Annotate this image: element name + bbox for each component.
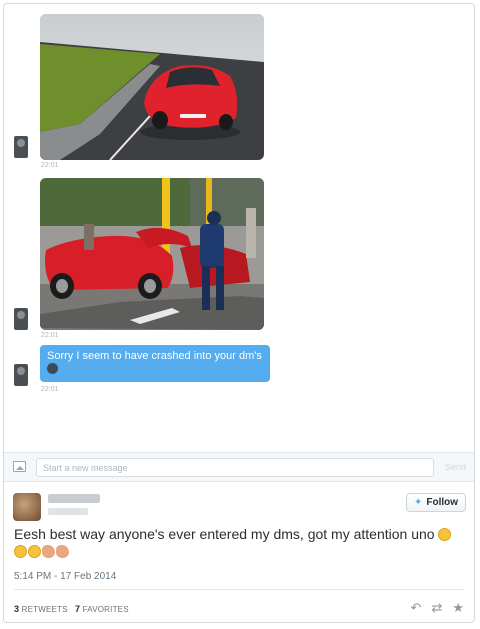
sender-avatar — [14, 136, 28, 158]
conversation: 22:01 22:01 Sorry I seem to have crashed… — [4, 4, 474, 452]
follow-label: Follow — [426, 497, 459, 508]
sender-avatar — [14, 364, 28, 386]
message-time: 22:01 — [41, 162, 59, 169]
divider — [14, 589, 464, 590]
message-time: 22:01 — [41, 386, 59, 393]
tweet-author-handle[interactable] — [48, 508, 88, 515]
crash-photo-image — [40, 178, 264, 330]
tweet-author-name[interactable] — [48, 494, 100, 503]
tweet-body: Eesh best way anyone's ever entered my d… — [14, 526, 435, 542]
compose-bar: Send — [4, 452, 474, 482]
message-time: 22:01 — [41, 332, 59, 339]
sender-avatar — [14, 308, 28, 330]
message-input[interactable] — [36, 458, 434, 477]
tweet-actions: ↶ ⇄ ★ — [411, 600, 464, 616]
laughing-emoji-icon — [438, 528, 452, 541]
retweet-count[interactable]: 3 — [14, 604, 19, 614]
car-photo-image — [40, 14, 264, 160]
message-bubble: Sorry I seem to have crashed into your d… — [40, 345, 270, 382]
dm-window: 22:01 22:01 Sorry I seem to have crashed… — [3, 3, 475, 623]
favorite-label: FAVORITES — [82, 605, 129, 614]
tweet-stats: 3 RETWEETS 7 FAVORITES — [14, 604, 129, 614]
reply-icon[interactable]: ↶ — [411, 600, 422, 616]
laughing-emoji-icon — [28, 545, 41, 558]
send-button[interactable]: Send — [445, 462, 466, 472]
tweet-text: Eesh best way anyone's ever entered my d… — [14, 526, 464, 560]
laughing-emoji-icon — [14, 545, 27, 558]
clapping-emoji-icon — [56, 545, 69, 558]
tweet-card: ✦ Follow Eesh best way anyone's ever ent… — [4, 482, 474, 624]
face-emoji-icon — [47, 363, 58, 374]
twitter-bird-icon: ✦ — [413, 497, 423, 508]
clapping-emoji-icon — [42, 545, 55, 558]
retweet-label: RETWEETS — [21, 605, 68, 614]
message-photo[interactable] — [40, 14, 264, 160]
favorite-star-icon[interactable]: ★ — [452, 600, 464, 616]
follow-button[interactable]: ✦ Follow — [406, 493, 466, 512]
tweet-timestamp[interactable]: 5:14 PM - 17 Feb 2014 — [14, 571, 116, 582]
favorite-count[interactable]: 7 — [75, 604, 80, 614]
tweet-avatar[interactable] — [13, 493, 41, 521]
image-upload-icon[interactable] — [13, 461, 26, 472]
message-photo[interactable] — [40, 178, 264, 330]
message-text: Sorry I seem to have crashed into your d… — [47, 350, 262, 362]
retweet-icon[interactable]: ⇄ — [431, 600, 442, 616]
